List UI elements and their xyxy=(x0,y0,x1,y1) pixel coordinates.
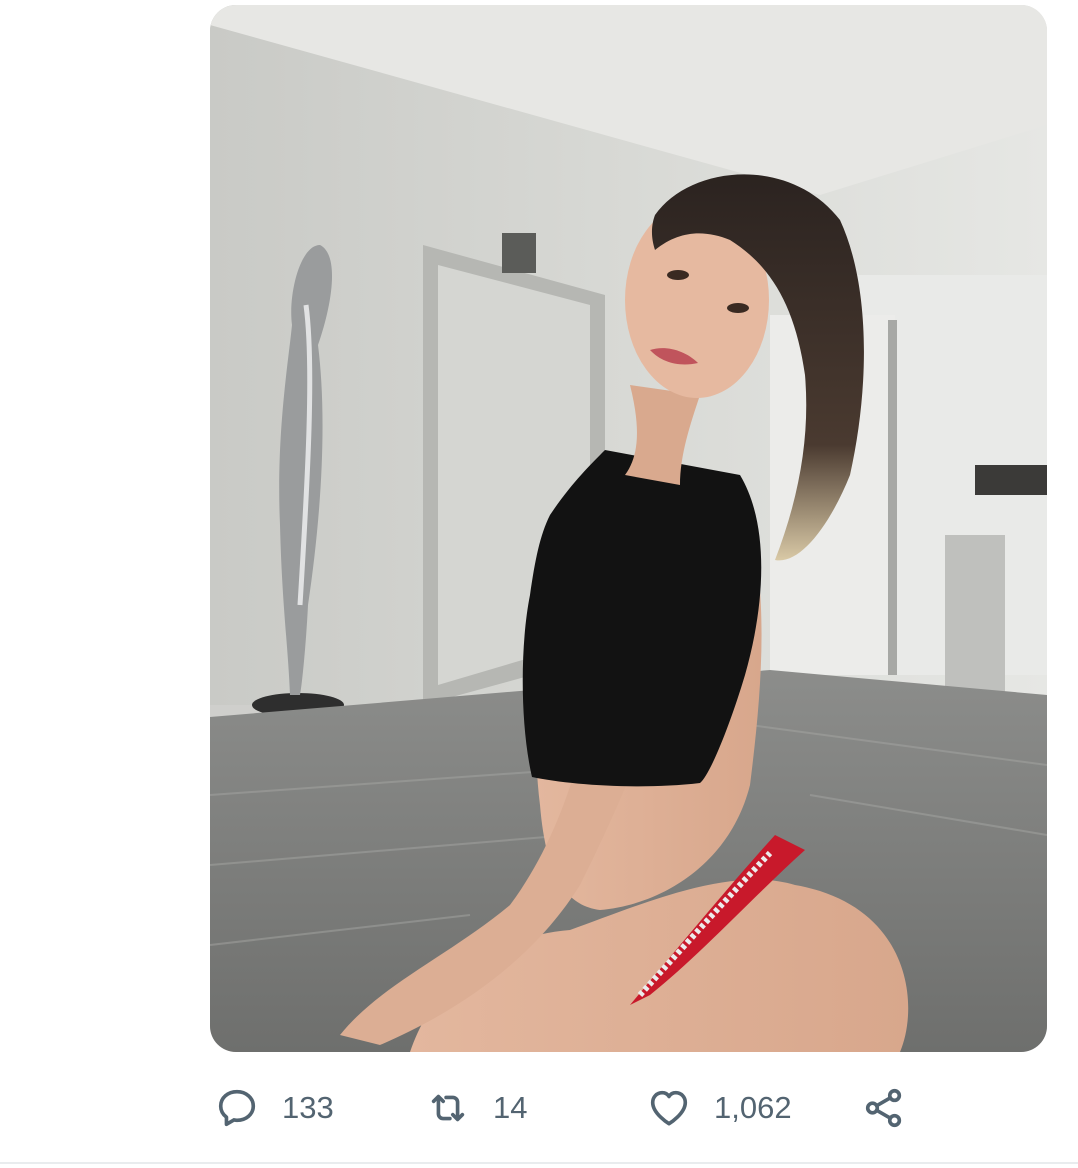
reply-button[interactable]: 133 xyxy=(214,1082,334,1134)
retweet-arrows-icon xyxy=(425,1085,471,1131)
retweet-count: 14 xyxy=(493,1090,528,1125)
retweet-button[interactable]: 14 xyxy=(425,1082,527,1134)
photo-image xyxy=(210,5,1047,1052)
speech-bubble-icon xyxy=(214,1085,260,1131)
share-nodes-icon xyxy=(861,1085,907,1131)
tweet-photo[interactable] xyxy=(210,5,1047,1052)
tweet-action-bar: 133 14 1,062 xyxy=(210,1082,1047,1134)
heart-icon xyxy=(646,1085,692,1131)
tweet-divider xyxy=(0,1162,1078,1164)
share-button[interactable] xyxy=(861,1082,907,1134)
like-count: 1,062 xyxy=(714,1090,792,1125)
reply-count: 133 xyxy=(282,1090,334,1125)
like-button[interactable]: 1,062 xyxy=(646,1082,792,1134)
